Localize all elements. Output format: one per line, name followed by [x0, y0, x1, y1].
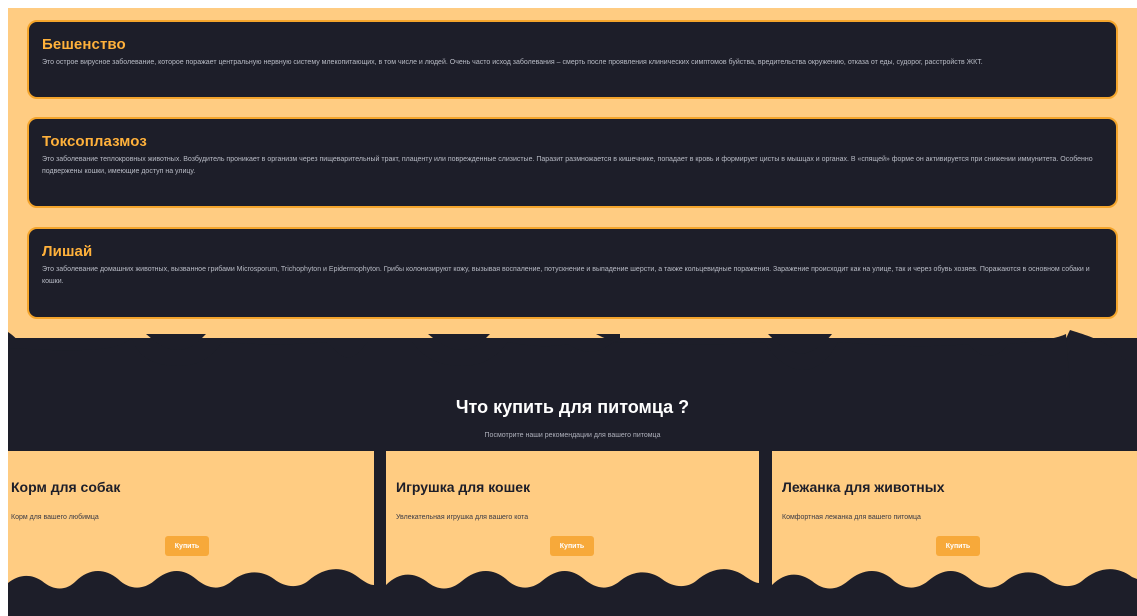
drip-divider [8, 330, 1137, 388]
disease-title: Токсоплазмоз [42, 133, 147, 150]
disease-card-ringworm: Лишай Это заболевание домашних животных,… [27, 227, 1118, 319]
disease-description: Это заболевание домашних животных, вызва… [42, 266, 1090, 285]
product-card-dog-food: Корм для собак Корм для вашего любимца К… [8, 451, 374, 601]
card-wave-decoration [772, 569, 1137, 601]
product-card-pet-bed: Лежанка для животных Комфортная лежанка … [772, 451, 1137, 601]
shop-section-title: Что купить для питомца ? [455, 397, 690, 417]
product-description: Увлекательная игрушка для вашего кота [396, 514, 529, 521]
disease-description: Это заболевание теплокровных животных. В… [42, 156, 1093, 175]
product-description: Корм для вашего любимца [11, 514, 99, 521]
disease-description: Это острое вирусное заболевание, которое… [42, 59, 983, 66]
card-wave-decoration [386, 569, 759, 601]
disease-title: Лишай [42, 243, 93, 260]
product-title: Лежанка для животных [782, 479, 945, 495]
disease-card-toxoplasmosis: Токсоплазмоз Это заболевание теплокровны… [27, 117, 1118, 208]
product-title: Игрушка для кошек [396, 479, 531, 495]
disease-card-rabies: Бешенство Это острое вирусное заболевани… [27, 20, 1118, 99]
product-description: Комфортная лежанка для вашего питомца [782, 514, 921, 521]
product-card-cat-toy: Игрушка для кошек Увлекательная игрушка … [386, 451, 759, 601]
page: Бешенство Это острое вирусное заболевани… [8, 8, 1137, 616]
product-title: Корм для собак [11, 479, 121, 495]
shop-section-subtitle: Посмотрите наши рекомендации для вашего … [484, 432, 661, 439]
disease-title: Бешенство [42, 36, 126, 53]
card-wave-decoration [8, 569, 374, 601]
